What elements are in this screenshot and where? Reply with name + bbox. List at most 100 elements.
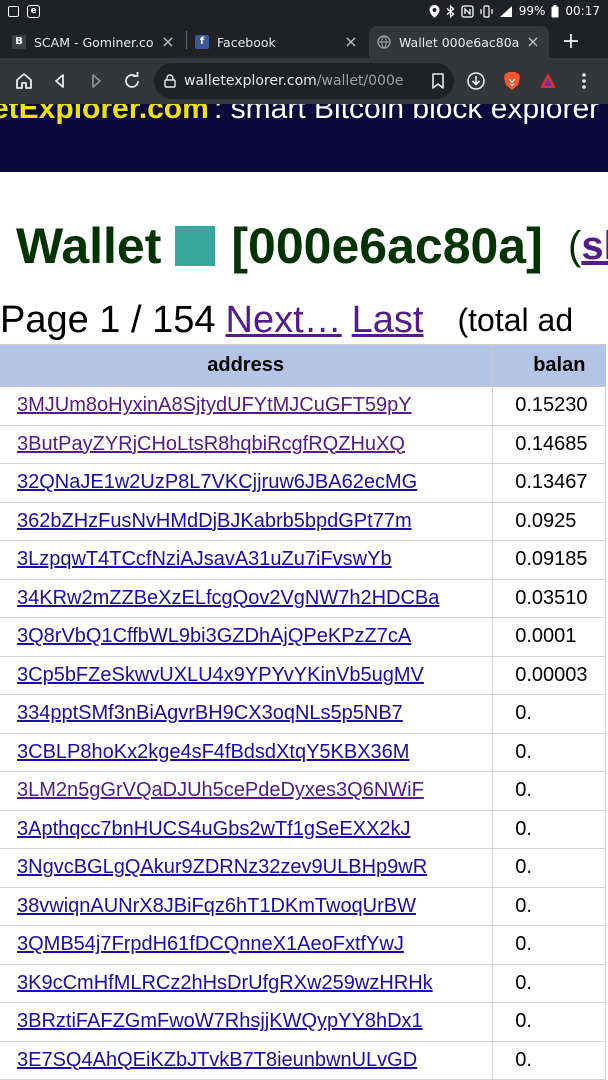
wallet-short-link-group: (sh [568,216,608,276]
address-link[interactable]: 3LM2n5gGrVQaDJUh5cePdeDyxes3Q6NWiF [17,779,424,801]
address-link[interactable]: 3MJUm8oHyxinA8SjtydUFYtMJCuGFT59pY [17,394,412,416]
balance-cell: 0. [492,732,606,772]
address-link[interactable]: 3Q8rVbQ1CffbWL9bi3GZDhAjQPeKPzZ7cA [17,625,411,647]
column-header-address: address [0,344,494,387]
close-icon[interactable]: × [160,34,176,50]
nfc-icon [461,4,474,18]
address-link[interactable]: 3NgvcBGLgQAkur9ZDRNz32zev9ULBHp9wR [17,856,427,878]
battery-percentage: 99% [518,4,546,18]
table-row: 3K9cCmHfMLRCz2hHsDrUfgRXw259wzHRHk 0. [0,963,606,1003]
balance-cell: 0. [492,694,606,734]
site-info-icon[interactable] [162,73,178,89]
address-link[interactable]: 334pptSMf3nBiAgvrBH9CX3oqNLs5p5NB7 [17,702,403,724]
address-link[interactable]: 3LzpqwT4TCcfNziAJsavA31uZu7iFvswYb [17,548,392,570]
table-row: 3LzpqwT4TCcfNziAJsavA31uZu7iFvswYb 0.0918… [0,540,606,580]
balance-cell: 0. [492,771,606,811]
status-left: e [8,4,40,18]
location-icon [429,4,440,18]
tab-facebook[interactable]: f Facebook × [187,26,367,58]
url-text[interactable]: walletexplorer.com/wallet/000e [184,73,430,89]
address-link[interactable]: 32QNaJE1w2UzP8L7VKCjjruw6JBA62ecMG [17,471,417,493]
tab-strip: B SCAM - Gominer.co Rev × f Facebook × W… [0,22,608,58]
reload-icon [125,72,139,88]
download-button[interactable] [458,63,494,99]
address-cell: 3K9cCmHfMLRCz2hHsDrUfgRXw259wzHRHk [0,963,494,1003]
address-cell: 3BRztiFAFZGmFwoW7RhsjjKWQypYY8hDx1 [0,1002,494,1042]
status-right: 99% 00:17 [429,4,600,18]
address-cell: 3ButPayZYRjCHoLtsR8hqbiRcgfRQZHuXQ [0,424,494,464]
brave-lion-icon [504,72,520,90]
address-bar[interactable]: walletexplorer.com/wallet/000e [154,63,454,99]
site-banner: etExplorer.com : smart Bitcoin block exp… [0,104,608,172]
menu-button[interactable] [566,63,602,99]
address-cell: 3Apthqcc7bnHUCS4uGbs2wTf1gSeEXX2kJ [0,809,494,849]
address-link[interactable]: 38vwiqnAUNrX8JBiFqz6hT1DKmTwoqUrBW [17,895,416,917]
address-link[interactable]: 3ButPayZYRjCHoLtsR8hqbiRcgfRQZHuXQ [17,433,405,455]
next-page-link[interactable]: Next… [226,299,342,342]
pagination: Page 1 / 154 Next… Last (total ad [0,298,573,342]
url-path: /wallet/000e [316,73,404,89]
close-icon[interactable]: × [343,34,359,50]
address-cell: 3Cp5bFZeSkwvUXLU4x9YPYvYKinVb5ugMV [0,655,494,695]
plus-icon: + [561,29,581,54]
table-row: 3E7SQ4AhQEiKZbJTvkB7T8ieunbwnULvGD 0. [0,1040,606,1080]
address-cell: 3LM2n5gGrVQaDJUh5cePdeDyxes3Q6NWiF [0,771,494,811]
address-link[interactable]: 3BRztiFAFZGmFwoW7RhsjjKWQypYY8hDx1 [17,1010,423,1032]
table-row: 3Apthqcc7bnHUCS4uGbs2wTf1gSeEXX2kJ 0. [0,809,606,849]
address-link[interactable]: 3CBLP8hoKx2kge4sF4fBdsdXtqY5KBX36M [17,741,409,763]
battery-icon [551,4,559,17]
address-cell: 3MJUm8oHyxinA8SjtydUFYtMJCuGFT59pY [0,386,494,426]
bookmark-icon[interactable] [430,72,446,90]
blogger-favicon-icon: B [12,35,26,49]
balance-cell: 0.0001 [492,617,606,657]
globe-favicon-icon [377,35,391,49]
address-link[interactable]: 3E7SQ4AhQEiKZbJTvkB7T8ieunbwnULvGD [17,1049,417,1071]
tab-walletexplorer[interactable]: Wallet 000e6ac80a3fac × [369,26,549,58]
clock: 00:17 [565,4,600,18]
wallet-short-link[interactable]: sh [581,224,608,269]
tab-gominer[interactable]: B SCAM - Gominer.co Rev × [4,26,184,58]
close-icon[interactable]: × [525,34,541,50]
address-link[interactable]: 362bZHzFusNvHMdDjBJKabrb5bpdGPt77m [17,510,412,532]
table-row: 3CBLP8hoKx2kge4sF4fBdsdXtqY5KBX36M 0. [0,732,606,772]
address-link[interactable]: 3Cp5bFZeSkwvUXLU4x9YPYvYKinVb5ugMV [17,664,424,686]
forward-button[interactable] [78,63,114,99]
last-page-link[interactable]: Last [352,299,424,342]
status-bar: e 99% 00:17 [0,0,608,22]
web-page: etExplorer.com : smart Bitcoin block exp… [0,104,608,1080]
forward-arrow-icon [92,74,101,88]
balance-cell: 0. [492,848,606,888]
address-cell: 3NgvcBGLgQAkur9ZDRNz32zev9ULBHp9wR [0,848,494,888]
site-tagline: : smart Bitcoin block explorer [214,104,600,125]
wallet-color-swatch [175,226,216,266]
brave-rewards-button[interactable] [530,63,566,99]
balance-cell: 0. [492,809,606,849]
back-button[interactable] [42,63,78,99]
gallery-notification-icon [8,5,19,17]
column-header-balance: balan [492,344,606,387]
address-link[interactable]: 34KRw2mZZBeXzELfcgQov2VgNW7h2HDCBa [17,587,439,609]
balance-cell: 0. [492,1040,606,1080]
address-link[interactable]: 3QMB54j7FrpdH61fDCQnneX1AeoFxtfYwJ [17,933,404,955]
reload-button[interactable] [114,63,150,99]
new-tab-button[interactable]: + [551,26,591,58]
site-brand-link[interactable]: etExplorer.com [0,104,209,126]
balance-cell: 0.13467 [492,463,606,503]
download-icon [467,72,485,90]
address-link[interactable]: 3Apthqcc7bnHUCS4uGbs2wTf1gSeEXX2kJ [17,818,411,840]
table-row: 3NgvcBGLgQAkur9ZDRNz32zev9ULBHp9wR 0. [0,848,606,888]
page-indicator: Page 1 / 154 [0,298,216,341]
home-button[interactable] [6,63,42,99]
bluetooth-icon [446,4,455,18]
table-row: 3Cp5bFZeSkwvUXLU4x9YPYvYKinVb5ugMV 0.0000… [0,655,606,695]
balance-cell: 0.14685 [492,424,606,464]
table-row: 3BRztiFAFZGmFwoW7RhsjjKWQypYY8hDx1 0. [0,1002,606,1042]
table-row: 3ButPayZYRjCHoLtsR8hqbiRcgfRQZHuXQ 0.1468… [0,424,606,464]
balance-cell: 0.15230 [492,386,606,426]
address-link[interactable]: 3K9cCmHfMLRCz2hHsDrUfgRXw259wzHRHk [17,972,433,994]
brave-shields-button[interactable] [494,63,530,99]
table-row: 3QMB54j7FrpdH61fDCQnneX1AeoFxtfYwJ 0. [0,925,606,965]
address-cell: 3Q8rVbQ1CffbWL9bi3GZDhAjQPeKPzZ7cA [0,617,494,657]
address-cell: 362bZHzFusNvHMdDjBJKabrb5bpdGPt77m [0,501,494,541]
address-cell: 38vwiqnAUNrX8JBiFqz6hT1DKmTwoqUrBW [0,886,494,926]
